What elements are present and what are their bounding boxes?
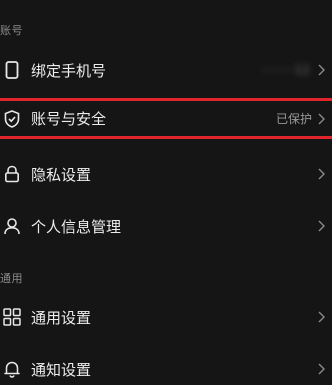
row-label: 账号与安全: [31, 110, 107, 128]
section-title-account: 账号: [0, 24, 23, 37]
security-status-value: 已保护: [275, 112, 312, 126]
row-general-settings[interactable]: 通用设置: [0, 296, 332, 338]
row-label: 通用设置: [31, 308, 92, 327]
row-label: 隐私设置: [31, 165, 92, 184]
chevron-right-icon: [316, 219, 326, 233]
section-title-general: 通用: [0, 272, 23, 285]
row-bind-phone[interactable]: 绑定手机号 ·········12: [0, 49, 332, 91]
grid-icon: [3, 308, 21, 326]
settings-page: 账号 绑定手机号 ·········12 账号与安全 已保护 隐私设置 个人信息…: [0, 0, 332, 385]
chevron-right-icon: [316, 112, 326, 126]
row-account-security[interactable]: 账号与安全 已保护: [0, 101, 332, 136]
lock-icon: [3, 165, 21, 183]
row-notification-settings[interactable]: 通知设置: [0, 348, 332, 385]
bell-icon: [3, 360, 21, 378]
phone-icon: [3, 61, 21, 79]
row-privacy-settings[interactable]: 隐私设置: [0, 153, 332, 195]
chevron-right-icon: [316, 167, 326, 181]
phone-number-value: ·········12: [260, 63, 310, 77]
row-label: 通知设置: [31, 360, 92, 379]
chevron-right-icon: [316, 362, 326, 376]
chevron-right-icon: [316, 63, 326, 77]
shield-icon: [3, 109, 21, 128]
row-label: 个人信息管理: [31, 217, 122, 236]
person-icon: [3, 217, 21, 235]
chevron-right-icon: [316, 310, 326, 324]
row-label: 绑定手机号: [31, 61, 107, 80]
row-personal-info[interactable]: 个人信息管理: [0, 205, 332, 247]
